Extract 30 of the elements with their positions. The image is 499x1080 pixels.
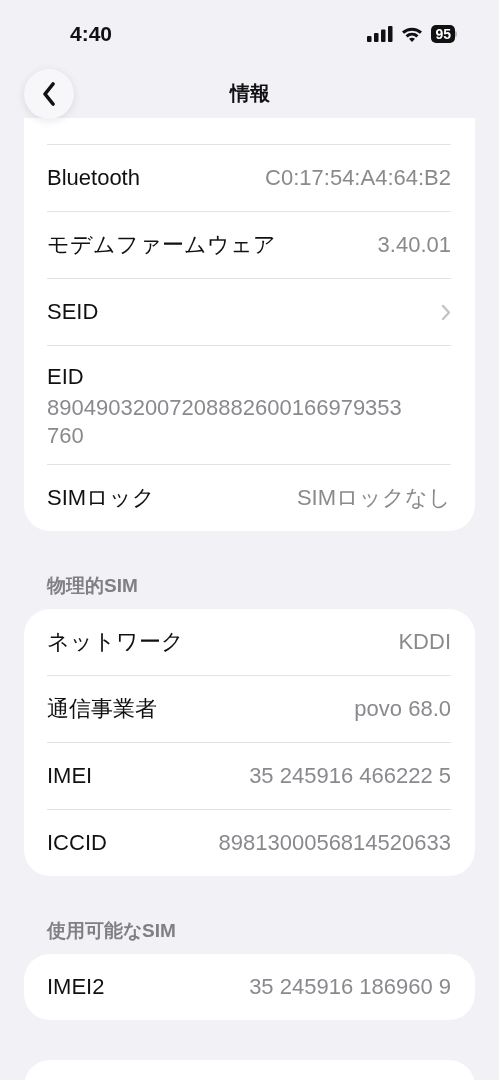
back-chevron-icon xyxy=(42,82,56,106)
signal-icon xyxy=(367,26,394,42)
section-header: 物理的SIM xyxy=(45,574,139,598)
row-value: C0:17:54:A4:64:B2 xyxy=(265,165,451,191)
row-label: EID xyxy=(47,364,84,390)
row-label: Bluetooth xyxy=(47,165,140,191)
row-label: IMEI xyxy=(47,763,93,789)
link-row[interactable]: SEID xyxy=(47,279,451,346)
screen-title: 情報 xyxy=(229,80,270,106)
row-value: 8981300056814520633 xyxy=(218,830,451,856)
row-value: 89049032007208882600166979353760 xyxy=(47,394,403,450)
row-label: SIMロック xyxy=(47,484,156,512)
row-label: IMEI2 xyxy=(47,974,105,1000)
row-value: KDDI xyxy=(398,629,451,655)
row-label: 通信事業者 xyxy=(47,695,157,723)
row-value: 3.40.01 xyxy=(377,232,451,258)
row-label: モデムファームウェア xyxy=(47,231,276,259)
section-header: 使用可能なSIM xyxy=(45,919,177,943)
row-label: ネットワーク xyxy=(47,628,184,656)
row-value: povo 68.0 xyxy=(354,696,451,722)
row-label: SEID xyxy=(47,299,99,325)
wifi-icon xyxy=(401,26,424,42)
row-value: 35 245916 466222 5 xyxy=(249,763,451,789)
row-label: ICCID xyxy=(47,830,107,856)
row-value: 35 245916 186960 9 xyxy=(249,974,451,1000)
battery-level: 95 xyxy=(431,25,455,43)
back-button[interactable] xyxy=(24,69,74,119)
chevron-icon xyxy=(441,303,451,321)
row-value: SIMロックなし xyxy=(296,484,451,512)
status-time: 4:40 xyxy=(70,22,113,46)
